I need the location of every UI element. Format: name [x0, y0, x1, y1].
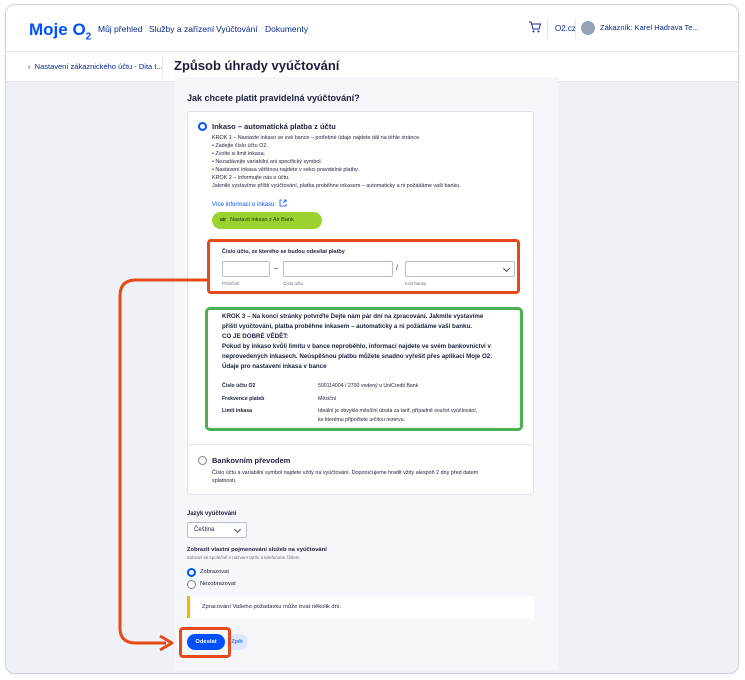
nav-documents[interactable]: Dokumenty — [265, 24, 308, 34]
more-info-link[interactable]: Více informací o inkasu — [212, 199, 287, 208]
customer-menu[interactable]: Zákazník: Karel Hadrava Te... — [600, 23, 699, 32]
external-link-icon — [279, 199, 287, 207]
bank-transfer-line: splatnosti. — [212, 478, 237, 484]
info-highlight-box — [205, 307, 523, 431]
option-hide-label[interactable]: Nezobrazovat — [200, 581, 236, 587]
radio-bank-transfer[interactable] — [198, 456, 207, 465]
airbank-button-label: Nastavit inkaso z Air Bank — [230, 217, 294, 223]
option-divider — [188, 444, 533, 445]
chevron-down-icon — [233, 525, 242, 534]
nav-my-overview[interactable]: Můj přehled — [98, 24, 142, 34]
send-highlight-box — [179, 627, 231, 658]
logo[interactable]: Moje O2 — [29, 20, 91, 42]
payment-question: Jak chcete platit pravidelná vyúčtování? — [187, 93, 360, 103]
inkaso-line: • Nastavení inkasa většinou najdete v se… — [212, 167, 359, 173]
service-names-subtitle: Zobrazí se společně s názvem tarifu a te… — [187, 555, 300, 560]
bank-transfer-line: Číslo účtu a variabilní symbol najdete v… — [212, 470, 479, 476]
top-navigation: Moje O2 Můj přehled Služby a zařízení Vy… — [6, 5, 738, 52]
avatar[interactable] — [581, 21, 595, 35]
page-title: Způsob úhrady vyúčtování — [174, 58, 340, 73]
radio-inkaso[interactable] — [198, 122, 207, 131]
inkaso-label[interactable]: Inkaso – automatická platba z účtu — [212, 122, 336, 131]
nav-separator — [547, 19, 548, 39]
header-divider — [162, 56, 163, 78]
airbank-button[interactable]: air Nastavit inkaso z Air Bank — [212, 212, 322, 229]
account-highlight-box — [207, 239, 520, 294]
inkaso-line: • Nezadávejte variabilní ani specifický … — [212, 159, 323, 165]
inkaso-line: KROK 2 – Informujte nás o účtu. — [212, 175, 290, 181]
back-link[interactable]: ‹ Nastavení zákaznického účtu - Dita t..… — [28, 62, 163, 71]
nav-billing[interactable]: Vyúčtování — [216, 24, 258, 34]
processing-notice: Zpracování Vašeho požadavku může trvat n… — [187, 596, 534, 618]
bank-transfer-label[interactable]: Bankovním převodem — [212, 456, 290, 465]
more-info-link-label: Více informací o inkasu — [212, 202, 275, 208]
language-value: Čeština — [194, 527, 215, 533]
inkaso-line: • Zadejte číslo účtu O2. — [212, 143, 268, 149]
service-names-title: Zobrazit vlastní pojmenování služeb na v… — [187, 547, 327, 553]
language-label: Jazyk vyúčtování — [187, 511, 237, 517]
inkaso-line: • Zvolte si limit inkasa. — [212, 151, 266, 157]
language-select[interactable]: Čeština — [187, 522, 247, 538]
radio-hide[interactable] — [187, 580, 196, 589]
inkaso-line: KROK 1 – Nastavte inkaso ve své bance – … — [212, 135, 421, 141]
radio-show[interactable] — [187, 568, 196, 577]
back-link-label: Nastavení zákaznického účtu - Dita t... — [34, 62, 163, 71]
nav-services[interactable]: Služby a zařízení — [149, 24, 214, 34]
airbank-logo: air — [220, 217, 227, 223]
inkaso-line: Jakmile vystavíme příští vyúčtování, pla… — [212, 183, 461, 189]
nav-separator — [575, 19, 576, 39]
o2cz-link[interactable]: O2.cz — [555, 24, 576, 33]
option-show-label[interactable]: Zobrazovat — [200, 569, 229, 575]
cart-icon[interactable] — [528, 20, 542, 34]
